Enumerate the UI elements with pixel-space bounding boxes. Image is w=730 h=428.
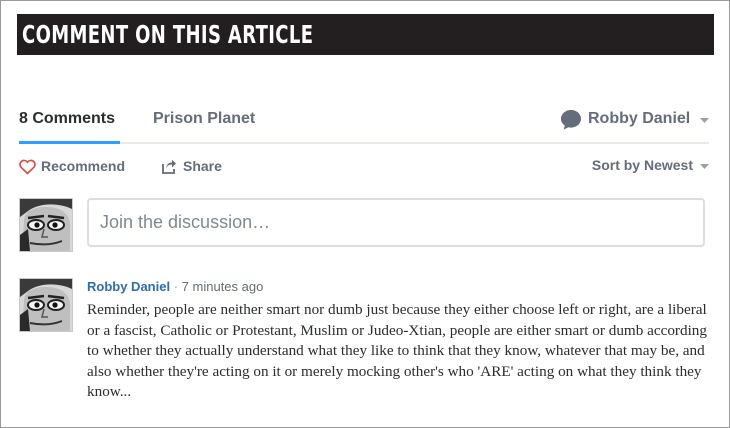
avatar[interactable] <box>19 198 73 252</box>
share-button[interactable]: Share <box>161 157 241 177</box>
user-portrait-icon <box>20 279 72 331</box>
comment-section: COMMENT ON THIS ARTICLE 8 Comments Priso… <box>0 0 730 428</box>
active-tab-indicator <box>19 141 120 144</box>
share-label: Share <box>183 158 222 174</box>
share-icon <box>162 159 176 174</box>
speech-bubble-icon <box>561 110 581 130</box>
avatar[interactable] <box>19 278 73 332</box>
comment-header: Robby Daniel · 7 minutes ago <box>87 278 709 296</box>
section-banner: COMMENT ON THIS ARTICLE <box>17 14 714 55</box>
user-menu[interactable]: Robby Daniel <box>559 108 709 132</box>
heart-icon <box>19 159 36 175</box>
recommend-button[interactable]: Recommend <box>19 157 131 177</box>
recommend-label: Recommend <box>41 158 126 174</box>
user-menu-name: Robby Daniel <box>588 110 691 127</box>
comment-post: Robby Daniel · 7 minutes ago Reminder, p… <box>87 278 709 403</box>
comment-body: Reminder, people are neither smart nor d… <box>87 301 707 400</box>
chevron-down-icon <box>700 164 709 169</box>
banner-title: COMMENT ON THIS ARTICLE <box>22 20 314 49</box>
comment-timestamp[interactable]: 7 minutes ago <box>182 279 264 294</box>
sort-label: Sort by Newest <box>591 157 693 173</box>
header-separator: · <box>173 279 179 294</box>
comment-composer-input[interactable]: Join the discussion… <box>87 198 705 247</box>
sort-dropdown[interactable]: Sort by Newest <box>579 157 709 177</box>
comment-author-link[interactable]: Robby Daniel <box>87 279 170 294</box>
tabs-divider <box>19 142 709 144</box>
comment-actions-bar: Recommend Share Sort by Newest <box>19 157 709 177</box>
tab-comments-count[interactable]: 8 Comments <box>19 110 115 128</box>
chevron-down-icon <box>700 118 709 123</box>
comment-tabs: 8 Comments Prison Planet Robby Daniel <box>19 101 709 145</box>
tab-community[interactable]: Prison Planet <box>153 110 255 128</box>
user-portrait-icon <box>20 199 72 251</box>
